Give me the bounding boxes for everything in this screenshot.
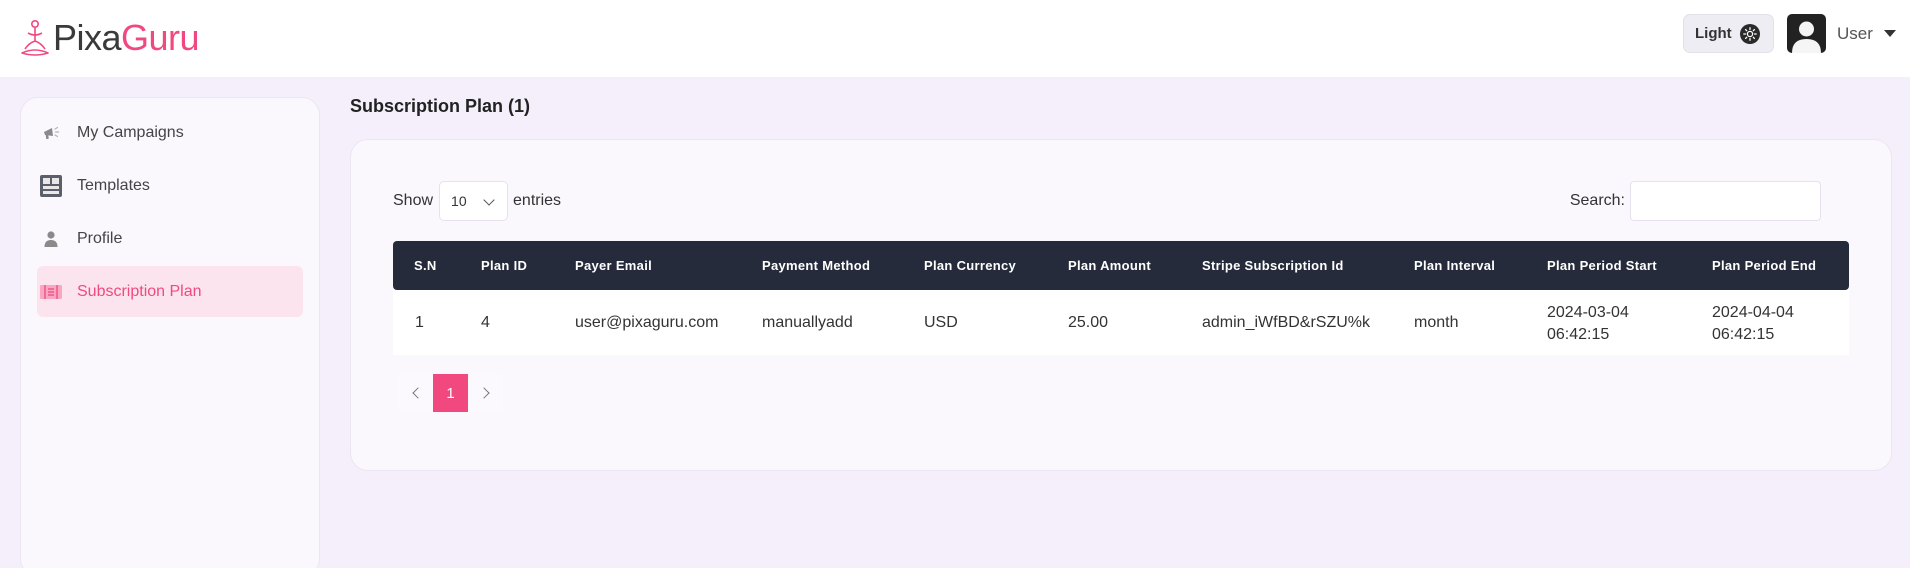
- pagination-page-button[interactable]: 1: [433, 374, 468, 412]
- cell-payer-email: user@pixaguru.com: [575, 314, 719, 331]
- pagination-previous-button[interactable]: [398, 374, 433, 412]
- top-header: PixaGuru Light User: [0, 0, 1910, 77]
- cell-plan-period-end: 2024-04-04 06:42:15: [1712, 304, 1794, 343]
- cell-plan-id: 4: [481, 314, 490, 331]
- sidebar-item-label: Subscription Plan: [77, 282, 202, 300]
- column-header-sn[interactable]: S.N: [414, 258, 437, 273]
- sidebar-item-profile[interactable]: Profile: [37, 213, 303, 264]
- template-icon: [37, 174, 65, 198]
- table-row: 1 4 user@pixaguru.com manuallyadd USD 25…: [393, 290, 1849, 355]
- theme-label: Light: [1695, 25, 1732, 42]
- user-menu[interactable]: User: [1787, 14, 1896, 53]
- column-header-stripe-subscription-id[interactable]: Stripe Subscription Id: [1202, 258, 1344, 273]
- sun-icon: [1740, 24, 1760, 44]
- pagination-next-button[interactable]: [468, 374, 503, 412]
- show-entries-control: Show 10 entries: [393, 181, 561, 221]
- column-header-plan-amount[interactable]: Plan Amount: [1068, 258, 1151, 273]
- logo-text-pixa: Pixa: [53, 17, 122, 58]
- column-header-payer-email[interactable]: Payer Email: [575, 258, 652, 273]
- logo-text: PixaGuru: [53, 17, 200, 58]
- cell-plan-interval: month: [1414, 314, 1459, 331]
- meditation-logo-icon: [21, 19, 49, 56]
- table-header-row: S.N Plan ID Payer Email Payment Method P…: [393, 241, 1849, 290]
- column-header-plan-period-start[interactable]: Plan Period Start: [1547, 258, 1657, 273]
- entries-label: entries: [513, 192, 562, 209]
- column-header-payment-method[interactable]: Payment Method: [762, 258, 870, 273]
- sidebar-item-my-campaigns[interactable]: My Campaigns: [37, 107, 303, 158]
- cell-sn: 1: [415, 314, 424, 331]
- show-label: Show: [393, 192, 434, 209]
- search-input[interactable]: [1630, 181, 1821, 221]
- column-header-plan-id[interactable]: Plan ID: [481, 258, 527, 273]
- cell-plan-currency: USD: [924, 314, 958, 331]
- chevron-right-icon: [477, 387, 490, 399]
- column-header-plan-period-end[interactable]: Plan Period End: [1712, 258, 1816, 273]
- sidebar: My Campaigns Templates Profile Subscript…: [20, 97, 320, 568]
- avatar: [1787, 14, 1826, 53]
- app-logo[interactable]: PixaGuru: [19, 17, 200, 58]
- sidebar-item-label: Templates: [77, 176, 150, 194]
- sidebar-item-label: Profile: [77, 229, 123, 247]
- megaphone-icon: [37, 125, 65, 141]
- chevron-left-icon: [411, 387, 424, 399]
- cell-plan-period-start: 2024-03-04 06:42:15: [1547, 304, 1629, 343]
- cell-plan-amount: 25.00: [1068, 314, 1109, 331]
- ticket-icon: [37, 282, 65, 302]
- chevron-down-icon: [483, 194, 495, 206]
- theme-toggle-button[interactable]: Light: [1683, 14, 1774, 53]
- column-header-plan-interval[interactable]: Plan Interval: [1414, 258, 1495, 273]
- chevron-down-icon: [1883, 30, 1896, 37]
- column-header-plan-currency[interactable]: Plan Currency: [924, 258, 1016, 273]
- sidebar-item-templates[interactable]: Templates: [37, 160, 303, 211]
- sidebar-item-subscription-plan[interactable]: Subscription Plan: [37, 266, 303, 317]
- content-card: Show 10 entries Search: S.N Plan ID Paye…: [350, 139, 1892, 471]
- search-label: Search:: [1569, 192, 1625, 209]
- pagination: 1: [398, 374, 503, 412]
- subscription-table: S.N Plan ID Payer Email Payment Method P…: [393, 241, 1849, 355]
- cell-stripe-subscription-id: admin_iWfBD&rSZU%k: [1202, 314, 1371, 331]
- sidebar-item-label: My Campaigns: [77, 123, 184, 141]
- cell-payment-method: manuallyadd: [762, 314, 853, 331]
- entries-select[interactable]: 10: [439, 181, 509, 221]
- person-icon: [37, 230, 65, 247]
- page-title: Subscription Plan (1): [350, 96, 531, 116]
- user-name: User: [1837, 23, 1873, 43]
- logo-text-guru: Guru: [121, 17, 200, 58]
- entries-select-value: 10: [451, 193, 467, 209]
- search-control: Search:: [1570, 181, 1821, 221]
- user-avatar-icon: [1792, 21, 1821, 53]
